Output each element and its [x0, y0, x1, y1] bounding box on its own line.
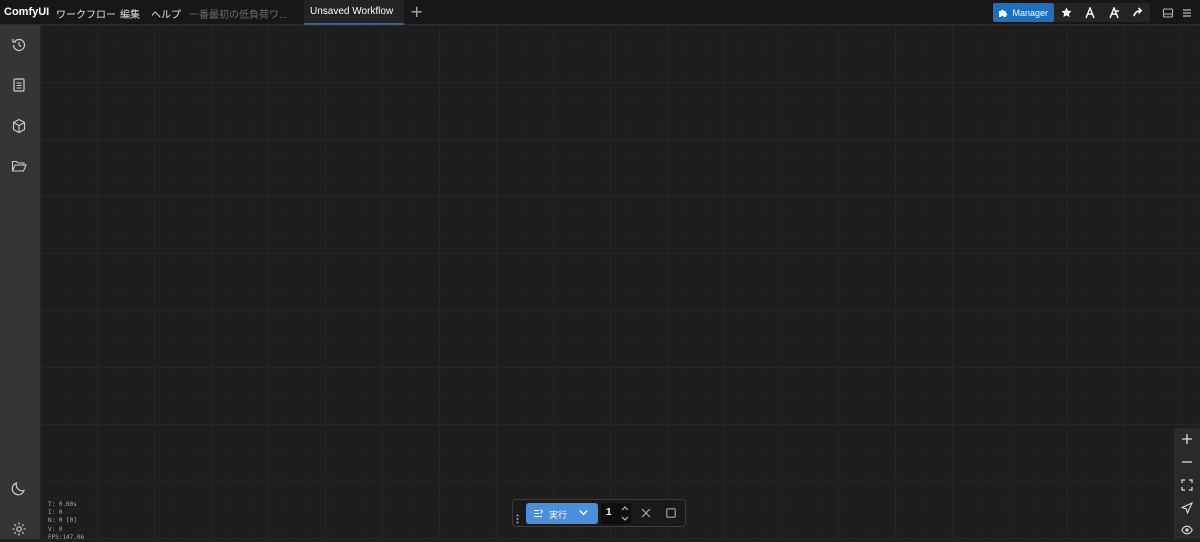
drag-handle-icon[interactable]: [516, 509, 519, 528]
cancel-x-icon[interactable]: [640, 507, 652, 519]
theme-moon-icon[interactable]: [10, 479, 28, 497]
star-icon[interactable]: [1054, 3, 1078, 22]
menu-help[interactable]: ヘルプ: [151, 6, 181, 21]
app-logo: ComfyUI: [4, 6, 50, 18]
fit-view-icon[interactable]: [1180, 478, 1194, 492]
stat-fps: FPS:147.06: [48, 533, 85, 541]
run-button[interactable]: 実行: [526, 503, 598, 524]
puzzle-icon: [999, 9, 1008, 17]
sidebar: [0, 25, 40, 539]
zoom-out-minus-icon[interactable]: [1180, 455, 1194, 469]
stat-v: V: 0: [48, 525, 63, 533]
menu-edit[interactable]: 編集: [120, 6, 140, 21]
hamburger-menu-icon[interactable]: [1180, 6, 1194, 20]
run-toolbar: 実行 1: [512, 499, 686, 527]
redo-arrow-icon[interactable]: [1126, 3, 1150, 22]
workflows-folder-icon[interactable]: [10, 157, 28, 175]
run-label: 実行: [549, 511, 568, 521]
model-library-icon[interactable]: [10, 117, 28, 135]
share-icon[interactable]: [1078, 3, 1102, 22]
decrement-icon[interactable]: [621, 516, 629, 522]
batch-count-stepper[interactable]: 1: [601, 503, 631, 524]
stop-square-icon[interactable]: [665, 507, 677, 519]
chevron-down-icon[interactable]: [578, 507, 589, 518]
increment-icon[interactable]: [621, 505, 629, 511]
panel-toggle-icon[interactable]: [1161, 6, 1175, 20]
play-list-icon: [534, 509, 543, 517]
history-icon[interactable]: [10, 36, 28, 54]
top-menubar: ComfyUI ワークフロー 編集 ヘルプ 一番最初の低負荷ワ... Unsav…: [0, 0, 1200, 25]
zoom-controls: [1174, 428, 1200, 539]
new-tab-plus-icon[interactable]: +: [410, 2, 423, 21]
zoom-in-plus-icon[interactable]: [1180, 432, 1194, 446]
tab-workflow-1[interactable]: 一番最初の低負荷ワ...: [184, 0, 302, 25]
batch-count-value[interactable]: 1: [606, 507, 612, 518]
queue-icon[interactable]: [1102, 3, 1126, 22]
eye-icon[interactable]: [1180, 523, 1194, 537]
queue-list-icon[interactable]: [10, 76, 28, 94]
tab-unsaved-workflow[interactable]: Unsaved Workflow: [304, 0, 404, 25]
menu-workflow[interactable]: ワークフロー: [56, 6, 116, 21]
node-canvas[interactable]: [40, 25, 1200, 539]
manager-label: Manager: [1012, 7, 1048, 18]
manager-button[interactable]: Manager: [993, 3, 1054, 22]
stat-time: T: 0.00s: [48, 501, 77, 508]
navigate-arrow-icon[interactable]: [1180, 501, 1194, 515]
toolbar-actions: Manager: [993, 3, 1150, 22]
stat-i: I: 0: [48, 509, 63, 517]
render-stats: T: 0.00s I: 0 N: 0 [0] V: 0 FPS:147.06: [48, 501, 84, 542]
settings-gear-icon[interactable]: [10, 520, 28, 538]
stat-nodes: N: 0 [0]: [48, 517, 77, 525]
